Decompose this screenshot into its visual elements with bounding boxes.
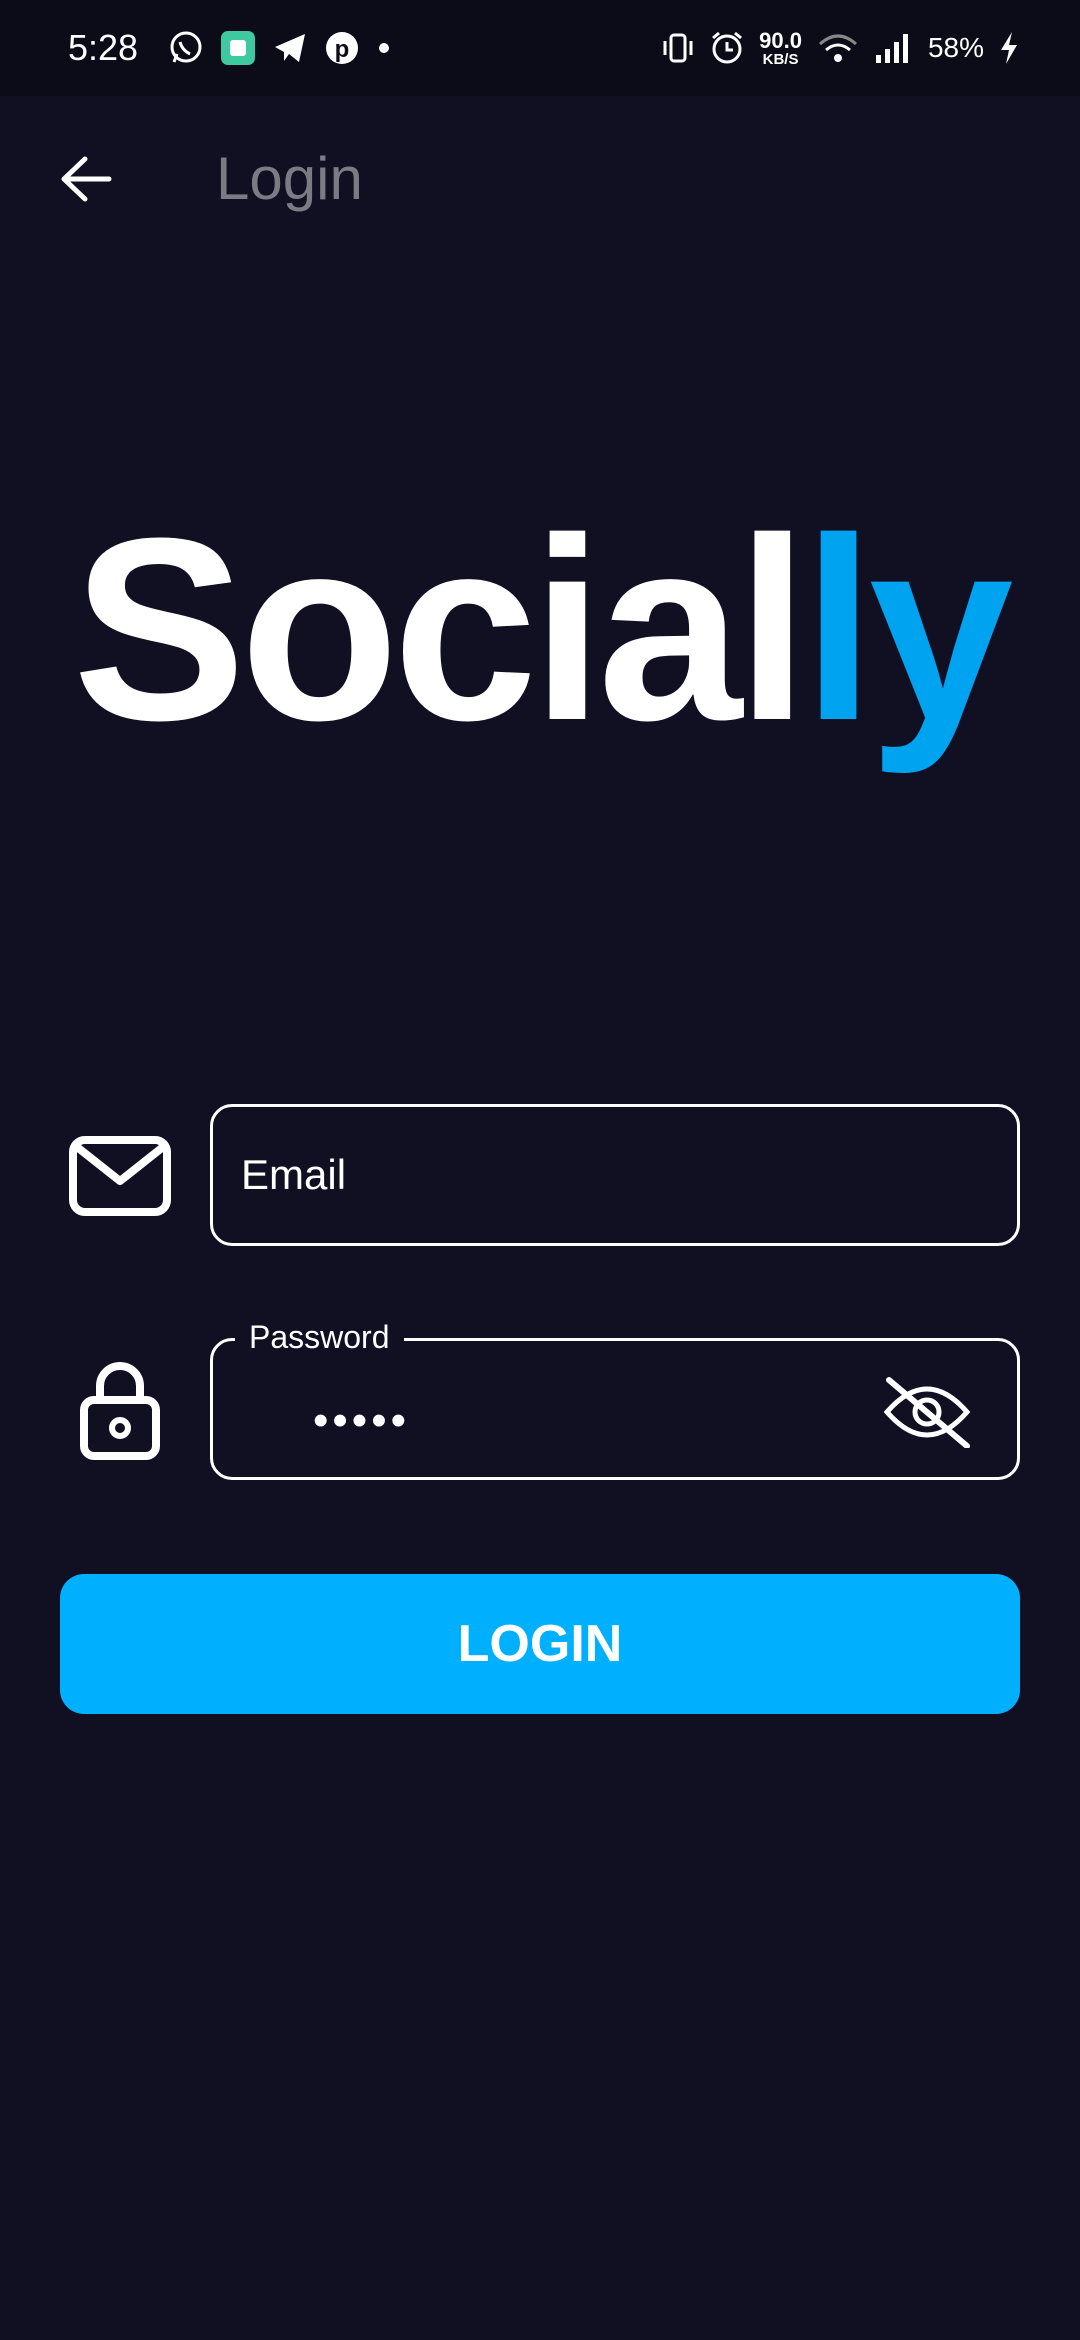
signal-icon — [874, 31, 914, 65]
logo-text-accent: ly — [802, 485, 1014, 775]
battery-percent: 58% — [927, 32, 984, 63]
app-bar: Login — [0, 96, 1080, 266]
status-time: 5:28 — [68, 27, 139, 68]
arrow-left-icon — [57, 154, 113, 209]
telegram-icon — [272, 30, 308, 66]
password-visibility-toggle[interactable] — [879, 1376, 975, 1449]
app-icon — [220, 30, 256, 66]
logo-text-main: Social — [72, 485, 809, 775]
mail-icon — [66, 1134, 174, 1218]
page-title: Login — [216, 145, 363, 212]
net-speed-value: 90.0 — [759, 27, 802, 53]
system-status: 90.0 KB/S 58% — [661, 27, 1020, 68]
net-speed-unit: KB/S — [762, 50, 799, 68]
status-bar: 5:28 p 90.0 KB/S 58% — [0, 0, 1080, 96]
login-button[interactable]: LOGIN — [60, 1574, 1020, 1714]
network-speed: 90.0 KB/S — [759, 27, 802, 68]
dot-icon — [376, 40, 392, 56]
password-input[interactable]: ••••• — [313, 1399, 410, 1443]
back-button[interactable] — [50, 146, 120, 216]
svg-text:p: p — [335, 36, 350, 63]
whatsapp-icon — [168, 30, 204, 66]
charging-icon — [998, 30, 1020, 66]
alarm-icon — [709, 30, 745, 66]
lock-icon — [76, 1358, 164, 1462]
vibrate-icon — [661, 31, 695, 65]
password-field[interactable]: Password ••••• — [210, 1319, 1020, 1480]
email-field[interactable] — [210, 1104, 1020, 1246]
eye-off-icon — [881, 1376, 973, 1453]
notification-icons: p — [168, 30, 392, 66]
wifi-icon — [816, 30, 860, 66]
password-label: Password — [235, 1319, 404, 1356]
app-logo: Socially — [0, 500, 1080, 760]
pinterest-icon: p — [324, 30, 360, 66]
email-input[interactable] — [241, 1107, 921, 1243]
